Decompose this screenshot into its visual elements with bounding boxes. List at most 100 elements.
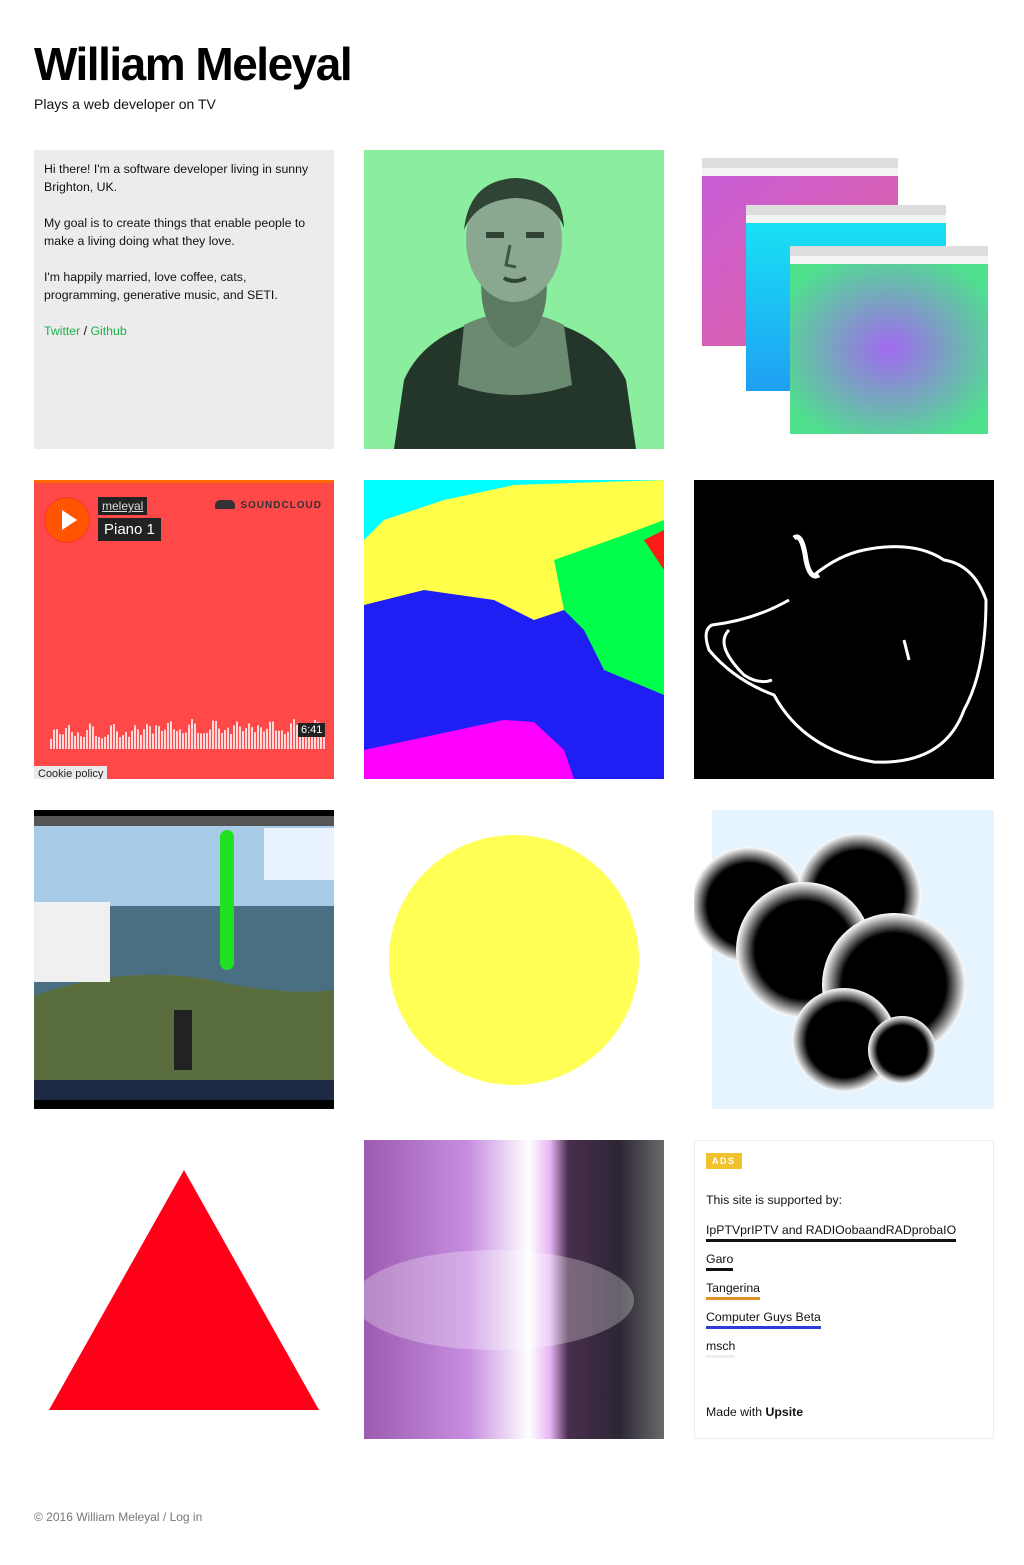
waveform-bar (275, 730, 277, 749)
waveform-bar (53, 729, 55, 749)
waveform-bar (263, 731, 265, 749)
bio-paragraph: My goal is to create things that enable … (44, 216, 306, 248)
purple-glow-illustration (364, 1140, 664, 1439)
waveform-bar (137, 729, 139, 749)
site-title: William Meleyal (34, 38, 353, 90)
twitter-link[interactable]: Twitter (44, 324, 80, 338)
waveform-bar (152, 733, 154, 749)
made-with-label: Made with (706, 1405, 766, 1419)
soundcloud-brand-label: SOUNDCLOUD (240, 500, 322, 511)
bio-paragraph: Hi there! I'm a software developer livin… (44, 162, 309, 194)
dark-bubbles-artwork[interactable] (694, 810, 994, 1109)
second-life-screenshot[interactable] (34, 810, 334, 1109)
waveform-bar (182, 733, 184, 749)
upsite-link[interactable]: Upsite (765, 1405, 803, 1419)
sponsor-link[interactable]: IpPTVprIPTV and RADIOobaandRADprobaIO (706, 1223, 957, 1242)
play-icon[interactable] (44, 497, 90, 543)
copyright: © 2016 William Meleyal (34, 1510, 160, 1524)
waveform-bar (254, 732, 256, 749)
waveform-bar (146, 724, 148, 749)
waveform-bar (95, 735, 97, 749)
cookie-policy-link[interactable]: Cookie policy (34, 766, 108, 779)
social-links: Twitter / Github (44, 322, 324, 340)
waveform-bar (206, 732, 208, 749)
soundcloud-logo[interactable]: SOUNDCLOUD (215, 500, 322, 511)
waveform-bar (62, 734, 64, 749)
site-subtitle: Plays a web developer on TV (34, 96, 216, 112)
bio-paragraph: I'm happily married, love coffee, cats, … (44, 270, 278, 302)
waveform-bar (284, 734, 286, 749)
footer: © 2016 William Meleyal / Log in (34, 1510, 202, 1524)
waveform-bar (89, 723, 91, 749)
waveform-bar (56, 729, 58, 749)
yellow-circle-illustration (389, 835, 639, 1085)
waveform-bar (167, 722, 169, 749)
color-regions-artwork[interactable] (364, 480, 664, 779)
waveform-bar (269, 721, 271, 749)
waveform-bar (194, 723, 196, 749)
github-link[interactable]: Github (90, 324, 126, 338)
sponsor-link[interactable]: Computer Guys Beta (706, 1310, 821, 1329)
waveform-bar (215, 720, 217, 749)
waveform-bar (266, 728, 268, 749)
waveform-bar (107, 734, 109, 749)
waveform-bar (71, 731, 73, 749)
waveform-bar (125, 731, 127, 749)
waveform-bar (113, 724, 115, 749)
waveform-bar (188, 724, 190, 749)
browser-windows-illustration (702, 158, 988, 434)
sponsor-link[interactable]: Tangerina (706, 1281, 761, 1300)
sponsor-link[interactable]: Garo (706, 1252, 734, 1271)
waveform-bar (236, 721, 238, 749)
ads-badge: ADS (706, 1153, 742, 1169)
cloud-icon (215, 500, 236, 509)
waveform-bar (74, 735, 76, 749)
teapot-edge-artwork[interactable] (694, 480, 994, 779)
waveform-bar (143, 729, 145, 749)
yellow-circle-artwork[interactable] (364, 810, 664, 1109)
sponsor-link[interactable]: msch (706, 1339, 736, 1358)
waveform-bar (221, 732, 223, 749)
login-link[interactable]: Log in (170, 1510, 203, 1524)
waveform-bar (227, 727, 229, 749)
waveform-bar (98, 736, 100, 749)
waveform-bar (83, 736, 85, 749)
browser-windows-screenshot[interactable] (694, 150, 994, 449)
waveform-bar (200, 733, 202, 749)
waveform-bar (59, 734, 61, 749)
waveform-bar (110, 725, 112, 749)
waveform-bar (197, 732, 199, 749)
waveform-bar (86, 730, 88, 749)
soundcloud-player[interactable]: meleyal Piano 1 SOUNDCLOUD 6:41 Cookie p… (34, 480, 334, 779)
red-triangle-artwork[interactable] (34, 1140, 334, 1439)
waveform-bar (179, 729, 181, 749)
waveform-bar (239, 726, 241, 749)
dark-bubbles-illustration (694, 810, 994, 1109)
waveform-bar (119, 737, 121, 749)
waveform-bar (191, 719, 193, 749)
waveform-bar (80, 736, 82, 749)
waveform-bar (104, 736, 106, 749)
waveform-bar (230, 733, 232, 749)
portrait-photo[interactable] (364, 150, 664, 449)
soundcloud-track-title[interactable]: Piano 1 (98, 518, 161, 541)
soundcloud-user-link[interactable]: meleyal (98, 497, 148, 515)
purple-glow-artwork[interactable] (364, 1140, 664, 1439)
waveform-bar (257, 725, 259, 749)
color-regions-illustration (364, 480, 664, 779)
waveform-bar (131, 730, 133, 749)
waveform-bar (185, 732, 187, 749)
waveform-bar (251, 727, 253, 749)
waveform-bar (209, 729, 211, 749)
waveform-bar (290, 723, 292, 749)
waveform-bar (92, 726, 94, 749)
waveform-bar (272, 721, 274, 749)
waveform[interactable] (50, 711, 326, 749)
waveform-bar (248, 723, 250, 749)
waveform-bar (224, 729, 226, 749)
waveform-bar (212, 720, 214, 749)
waveform-bar (287, 731, 289, 749)
waveform-bar (203, 733, 205, 749)
bio-card: Hi there! I'm a software developer livin… (34, 150, 334, 449)
waveform-bar (155, 725, 157, 749)
